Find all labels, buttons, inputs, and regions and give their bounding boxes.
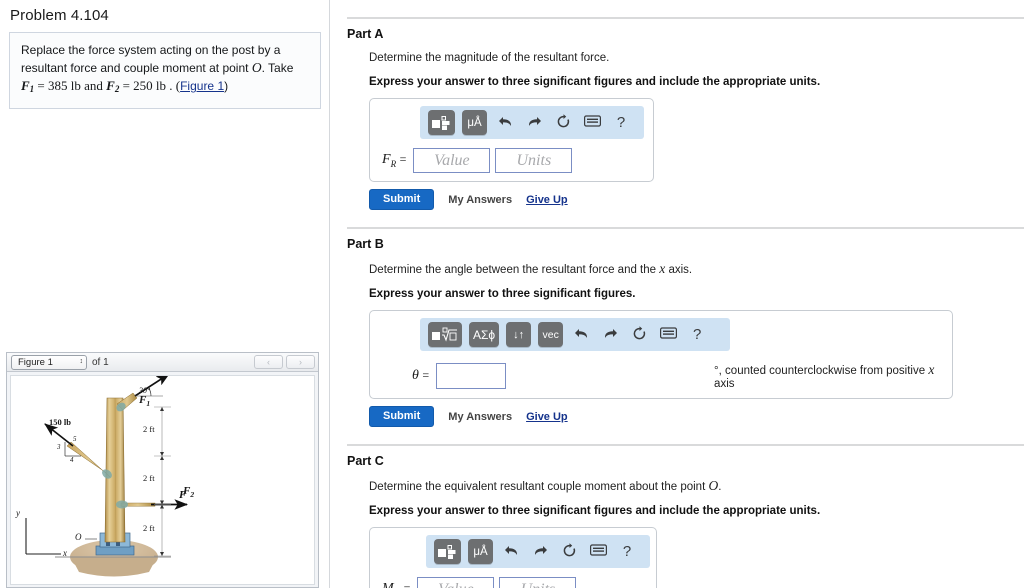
part-c-units-input[interactable]: Units [499, 577, 577, 588]
figure-selector-dropdown[interactable]: Figure 1 ↕ [11, 354, 87, 370]
statement-text-2: . Take [261, 61, 294, 75]
root-icon[interactable] [428, 322, 462, 347]
reset-icon[interactable] [552, 114, 574, 131]
part-b-my-answers-link[interactable]: My Answers [448, 411, 512, 423]
redo-icon[interactable] [523, 115, 545, 130]
part-c-answer-label: MO = [382, 581, 410, 588]
part-b-value-input[interactable] [436, 363, 507, 389]
figure-prev-button[interactable]: ‹ [254, 355, 283, 369]
part-b-submit-button[interactable]: Submit [369, 406, 435, 427]
part-b-answer-label: θ = [412, 368, 430, 383]
keyboard-icon[interactable] [581, 115, 603, 130]
reset-icon[interactable] [628, 326, 650, 343]
figure-image: F F1 F2 30° 150 lb 3 4 5 2 ft 2 ft 2 ft … [10, 375, 315, 585]
statement-text-5: ) [224, 79, 229, 93]
f2-var: F [106, 78, 115, 93]
left-panel: Problem 4.104 Replace the force system a… [0, 0, 330, 588]
redo-icon[interactable] [529, 544, 551, 559]
part-c-answer-box: μÅ ? MO = Value Units [369, 527, 657, 588]
part-c-divider [347, 444, 1024, 446]
help-icon[interactable]: ? [610, 115, 632, 130]
statement-text-4: = 250 lb . ( [119, 78, 181, 93]
figure-nav: ‹ › [254, 355, 315, 369]
part-a-input-row: FR = Value Units [378, 148, 645, 173]
undo-icon[interactable] [500, 544, 522, 559]
help-icon[interactable]: ? [686, 327, 708, 342]
part-b-answer-box: ΑΣϕ ↓↑ vec ? θ = °, counted counterclock… [369, 310, 953, 399]
greek-icon[interactable]: ΑΣϕ [469, 322, 500, 347]
part-b-instruction: Express your answer to three significant… [369, 288, 636, 300]
part-a-answer-label: FR = [382, 152, 407, 169]
part-b-input-row: θ = °, counted counterclockwise from pos… [378, 362, 944, 390]
reset-icon[interactable] [558, 543, 580, 560]
statement-text-3: = 385 lb and [34, 78, 107, 93]
figure-next-button[interactable]: › [286, 355, 315, 369]
figure-panel: Figure 1 ↕ of 1 ‹ › F F1 F2 30° 150 lb 3… [6, 352, 319, 588]
units-icon[interactable]: μÅ [468, 539, 493, 564]
part-a-value-input[interactable]: Value [413, 148, 491, 173]
template-icon[interactable] [434, 539, 461, 564]
part-b-button-row: Submit My Answers Give Up [369, 406, 1024, 427]
part-c-instruction: Express your answer to three significant… [369, 505, 821, 517]
part-a-give-up-link[interactable]: Give Up [526, 194, 568, 206]
keyboard-icon[interactable] [657, 327, 679, 342]
part-a-divider [347, 17, 1024, 19]
part-c-math-toolbar: μÅ ? [426, 535, 650, 568]
part-c-question: Determine the equivalent resultant coupl… [369, 478, 722, 493]
page-root: Problem 4.104 Replace the force system a… [0, 0, 1024, 588]
f1-var: F [21, 78, 30, 93]
part-a-submit-button[interactable]: Submit [369, 189, 435, 210]
part-b-question: Determine the angle between the resultan… [369, 261, 693, 276]
figure-toolbar: Figure 1 ↕ of 1 ‹ › [7, 353, 318, 372]
redo-icon[interactable] [599, 327, 621, 342]
help-icon[interactable]: ? [616, 544, 638, 559]
template-icon[interactable] [428, 110, 455, 135]
part-b-answer-suffix: °, counted counterclockwise from positiv… [714, 362, 935, 390]
part-b-heading: Part B [347, 237, 384, 251]
figure-selector-label: Figure 1 [18, 356, 53, 368]
figure-1-link[interactable]: Figure 1 [180, 79, 224, 93]
figure-diagram-svg: F F [25, 376, 189, 577]
part-a-units-input[interactable]: Units [495, 148, 573, 173]
keyboard-icon[interactable] [587, 544, 609, 559]
part-c-o-var: O [708, 478, 719, 493]
part-a-my-answers-link[interactable]: My Answers [448, 194, 512, 206]
undo-icon[interactable] [494, 115, 516, 130]
part-a-question: Determine the magnitude of the resultant… [369, 52, 610, 64]
point-o-var: O [251, 60, 262, 75]
problem-statement-box: Replace the force system acting on the p… [9, 32, 321, 109]
part-c-value-input[interactable]: Value [417, 577, 495, 588]
figure-count-label: of 1 [92, 356, 109, 368]
part-b-math-toolbar: ΑΣϕ ↓↑ vec ? [420, 318, 730, 351]
chevron-updown-icon: ↕ [79, 358, 84, 365]
arrows-icon[interactable]: ↓↑ [506, 322, 532, 347]
part-a-heading: Part A [347, 27, 384, 41]
part-a-answer-box: μÅ ? FR = Value Units [369, 98, 654, 182]
part-a-math-toolbar: μÅ ? [420, 106, 644, 139]
part-b-give-up-link[interactable]: Give Up [526, 411, 568, 423]
units-icon[interactable]: μÅ [462, 110, 487, 135]
right-panel: Part A Determine the magnitude of the re… [331, 0, 1024, 588]
problem-title: Problem 4.104 [10, 7, 109, 24]
part-b-divider [347, 227, 1024, 229]
vec-icon[interactable]: vec [538, 322, 564, 347]
part-c-heading: Part C [347, 454, 384, 468]
undo-icon[interactable] [570, 327, 592, 342]
part-c-input-row: MO = Value Units [378, 577, 648, 588]
part-a-instruction: Express your answer to three significant… [369, 76, 821, 88]
svg-text:F: F [178, 489, 187, 501]
statement-text-1: Replace the force system acting on the p… [21, 43, 281, 75]
part-a-button-row: Submit My Answers Give Up [369, 189, 1024, 210]
